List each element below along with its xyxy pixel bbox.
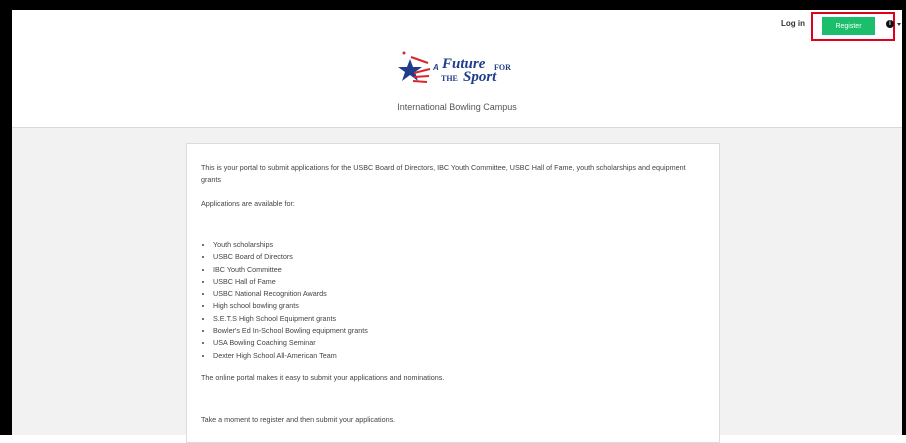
list-item: Youth scholarships [213,239,368,251]
applications-list: Youth scholarships USBC Board of Directo… [201,239,368,362]
intro-text: This is your portal to submit applicatio… [201,163,686,184]
list-item: S.E.T.S High School Equipment grants [213,313,368,325]
register-prompt-text: Take a moment to register and then submi… [201,415,396,424]
chevron-down-icon[interactable] [897,23,901,26]
login-link[interactable]: Log in [781,19,805,28]
logo-text-the: THE [441,74,458,83]
content-card: This is your portal to submit applicatio… [186,143,720,443]
screen-frame-right [902,0,906,435]
screen-frame-top [0,0,906,10]
applications-heading: Applications are available for: [201,199,295,208]
list-item: High school bowling grants [213,300,368,312]
logo-text-a: A [433,63,439,72]
screen-frame-left [0,0,12,435]
star-icon [398,51,431,83]
list-item: USBC National Recognition Awards [213,288,368,300]
info-icon[interactable]: i [886,20,894,28]
list-item: USBC Board of Directors [213,251,368,263]
register-button[interactable]: Register [822,17,875,35]
list-item: USA Bowling Coaching Seminar [213,337,368,349]
list-item: IBC Youth Committee [213,264,368,276]
logo-text-sport: Sport [463,69,497,85]
list-item: Bowler's Ed In-School Bowling equipment … [213,325,368,337]
future-for-the-sport-logo[interactable]: A Future FOR THE Sport [392,47,532,91]
list-item: USBC Hall of Fame [213,276,368,288]
site-subtitle: International Bowling Campus [397,102,517,112]
portal-ease-text: The online portal makes it easy to submi… [201,373,445,382]
list-item: Dexter High School All-American Team [213,350,368,362]
logo-text-for: FOR [494,63,511,72]
site-header: Log in Register i A Future FOR THE Sport… [12,10,902,128]
